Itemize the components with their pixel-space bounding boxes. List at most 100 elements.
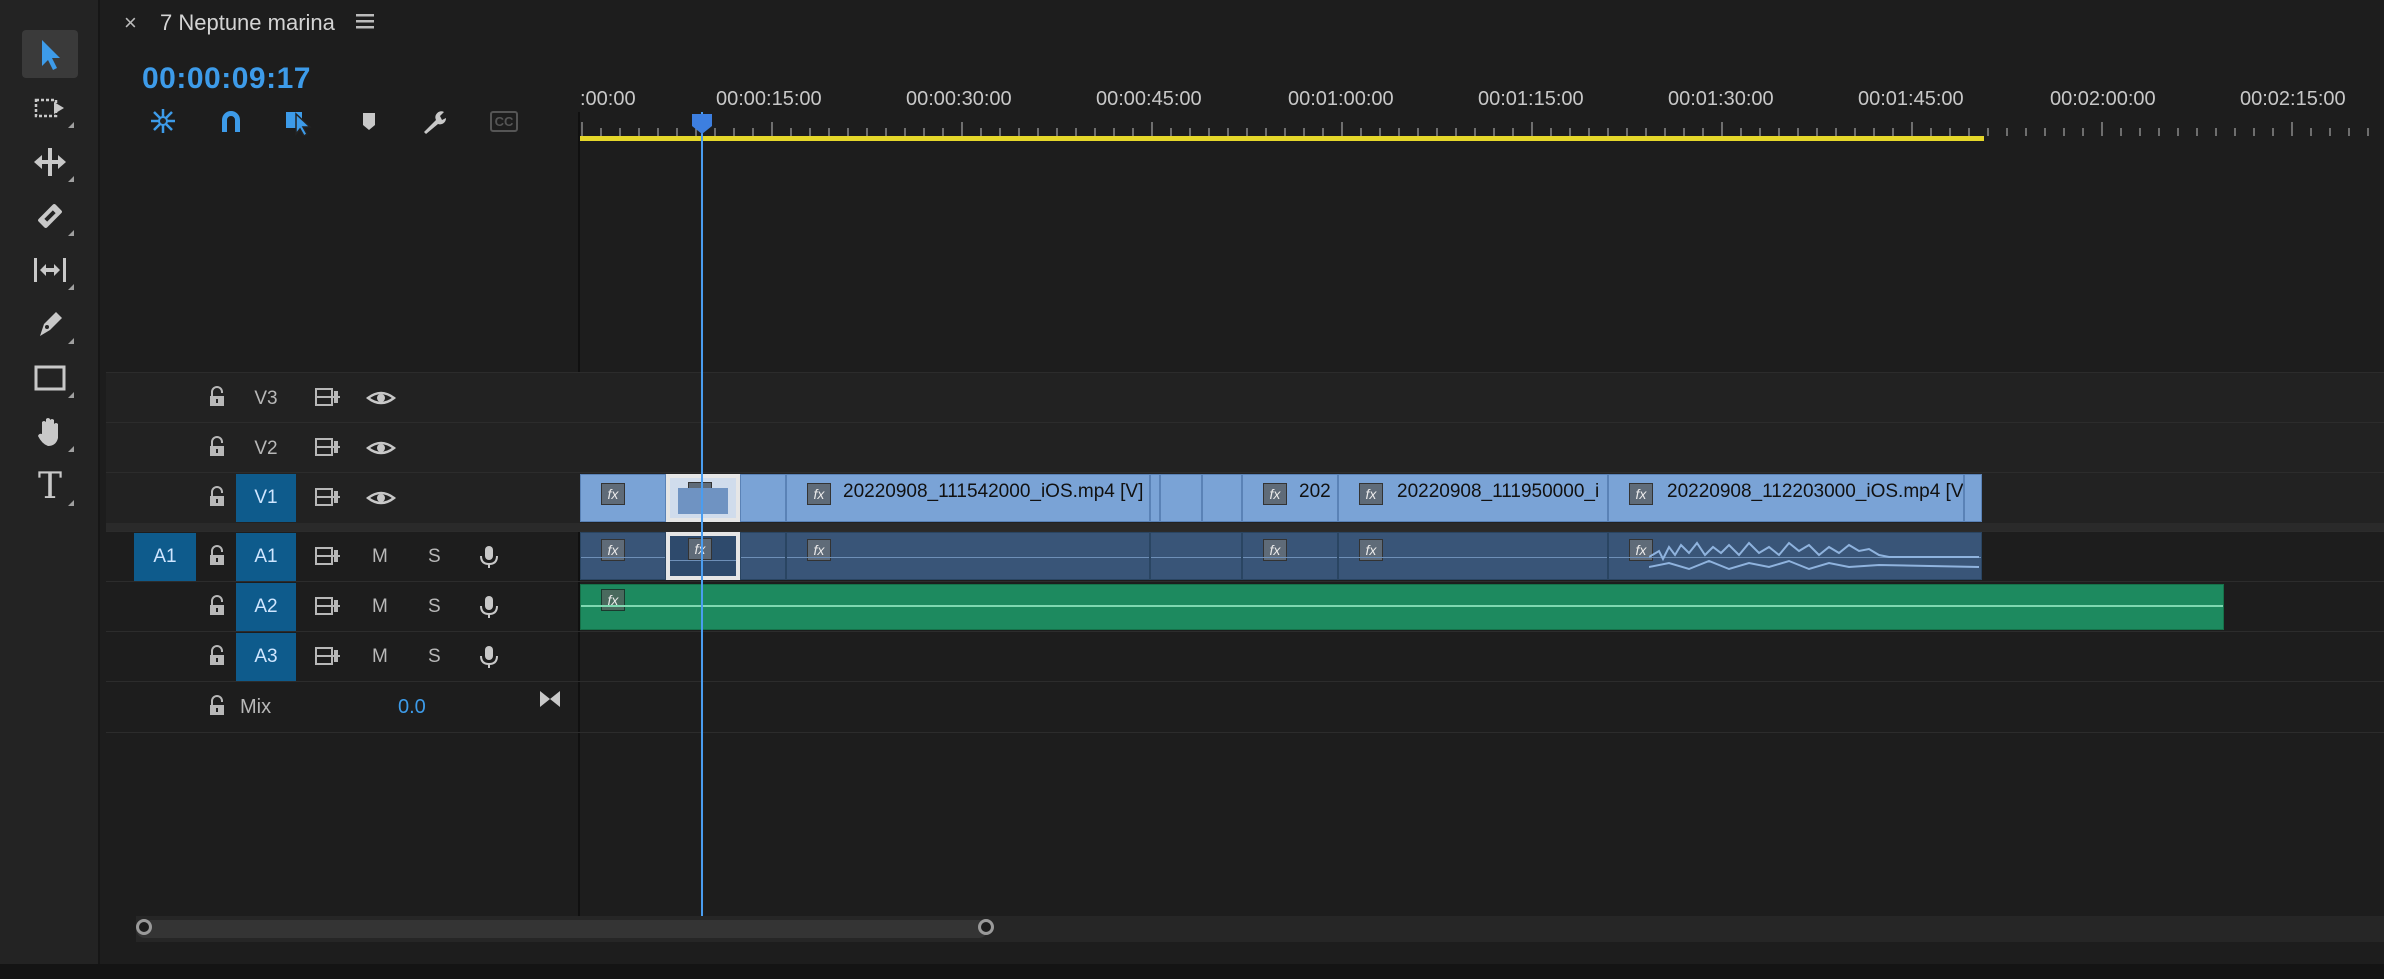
fx-badge: fx (688, 538, 712, 560)
ruler-label: 00:01:30:00 (1668, 88, 1774, 110)
sync-lock-icon[interactable] (314, 386, 340, 408)
slip-tool[interactable] (22, 246, 78, 294)
playhead-line[interactable] (701, 112, 703, 918)
mute-button-a3[interactable]: M (372, 646, 388, 668)
track-select-tool[interactable] (22, 84, 78, 132)
sequence-tab-title[interactable]: 7 Neptune marina (160, 10, 335, 36)
snap-button[interactable] (214, 104, 248, 138)
playhead-handle[interactable] (690, 112, 714, 136)
linked-selection-button[interactable] (282, 104, 316, 138)
microphone-icon[interactable] (478, 644, 500, 670)
track-label-v1[interactable]: V1 (236, 474, 296, 522)
eye-icon[interactable] (366, 388, 396, 408)
video-clip[interactable] (1964, 474, 1982, 522)
rectangle-tool[interactable] (22, 354, 78, 402)
audio-clip[interactable]: fx (1608, 532, 1982, 580)
audio-clip-selected[interactable]: fx (666, 532, 740, 580)
video-clip[interactable]: fx (580, 474, 666, 522)
lock-icon[interactable] (206, 486, 228, 508)
video-clip[interactable]: fx 20220908_111542000_iOS.mp4 [V] (786, 474, 1150, 522)
audio-clip[interactable]: fx (580, 532, 666, 580)
scroll-zoom-handle-right[interactable] (978, 919, 994, 935)
fx-badge: fx (1359, 483, 1383, 505)
ruler-label: 00:01:00:00 (1288, 88, 1394, 110)
video-clip[interactable] (740, 474, 786, 522)
ruler-label: 00:00:45:00 (1096, 88, 1202, 110)
lock-icon[interactable] (206, 645, 228, 667)
panel-bottom-edge (0, 964, 2384, 979)
track-label-a1[interactable]: A1 (236, 533, 296, 581)
selection-tool[interactable] (22, 30, 78, 78)
clip-name: 20220908_112203000_iOS.mp4 [V] (1667, 481, 1964, 502)
mix-volume-value[interactable]: 0.0 (398, 696, 426, 719)
close-sequence-button[interactable]: × (124, 10, 137, 36)
solo-button-a1[interactable]: S (428, 546, 441, 568)
microphone-icon[interactable] (478, 594, 500, 620)
ruler-label: 00:01:15:00 (1478, 88, 1584, 110)
video-clip[interactable]: fx 20220908_112203000_iOS.mp4 [V] (1608, 474, 1964, 522)
lock-icon[interactable] (206, 695, 228, 717)
sync-lock-icon[interactable] (314, 595, 340, 617)
source-patch-a1[interactable]: A1 (134, 533, 196, 581)
hand-tool[interactable] (22, 408, 78, 456)
ruler-label: 00:01:45:00 (1858, 88, 1964, 110)
fx-badge: fx (601, 483, 625, 505)
music-audio-clip[interactable]: fx (580, 584, 2224, 630)
audio-clip[interactable]: fx (1338, 532, 1608, 580)
eye-icon[interactable] (366, 488, 396, 508)
solo-button-a3[interactable]: S (428, 646, 441, 668)
track-row-v3 (106, 372, 2384, 423)
razor-tool[interactable] (22, 192, 78, 240)
sync-lock-icon[interactable] (314, 545, 340, 567)
pen-tool[interactable] (22, 300, 78, 348)
lock-icon[interactable] (206, 595, 228, 617)
video-clip[interactable]: fx 20220908_111950000_i (1338, 474, 1608, 522)
video-clip[interactable] (1150, 474, 1160, 522)
hamburger-icon[interactable] (354, 10, 376, 32)
track-row-a3 (106, 631, 2384, 682)
video-clip[interactable] (1160, 474, 1202, 522)
timeline-settings-button[interactable] (418, 104, 452, 138)
ruler-label: :00:00 (580, 88, 636, 110)
sync-lock-icon[interactable] (314, 645, 340, 667)
lock-icon[interactable] (206, 436, 228, 458)
bowtie-icon[interactable] (538, 688, 562, 710)
snap-magnet-icon (222, 111, 240, 132)
video-clip[interactable]: fx 202 (1242, 474, 1338, 522)
hand-tool-icon (38, 418, 58, 446)
clip-name: 202 (1299, 481, 1331, 502)
microphone-icon[interactable] (478, 544, 500, 570)
scrollbar-thumb[interactable] (136, 920, 988, 938)
track-label-v3[interactable]: V3 (236, 388, 296, 410)
type-tool[interactable]: T (22, 462, 78, 510)
playhead-timecode[interactable]: 00:00:09:17 (142, 62, 311, 96)
lock-icon[interactable] (206, 545, 228, 567)
audio-clip[interactable] (740, 532, 786, 580)
scroll-zoom-handle-left[interactable] (136, 919, 152, 935)
audio-waveform (1649, 541, 1979, 571)
fx-badge: fx (1263, 483, 1287, 505)
video-clip[interactable] (1202, 474, 1242, 522)
solo-button-a2[interactable]: S (428, 596, 441, 618)
video-clip-selected[interactable]: fx (666, 474, 740, 522)
lock-icon[interactable] (206, 386, 228, 408)
ruler-label: 00:02:00:00 (2050, 88, 2156, 110)
sync-lock-icon[interactable] (314, 436, 340, 458)
insert-nest-button[interactable] (146, 104, 180, 138)
eye-icon[interactable] (366, 438, 396, 458)
sync-lock-icon[interactable] (314, 486, 340, 508)
work-area-bar[interactable] (580, 136, 1984, 141)
add-marker-button[interactable] (352, 104, 386, 138)
track-label-a3[interactable]: A3 (236, 633, 296, 681)
track-label-v2[interactable]: V2 (236, 438, 296, 460)
ripple-edit-tool[interactable] (22, 138, 78, 186)
track-label-a2[interactable]: A2 (236, 583, 296, 631)
audio-clip[interactable]: fx (786, 532, 1150, 580)
mute-button-a2[interactable]: M (372, 596, 388, 618)
video-audio-separator (106, 523, 2384, 531)
mute-button-a1[interactable]: M (372, 546, 388, 568)
audio-clip[interactable]: fx (1242, 532, 1338, 580)
audio-clip[interactable] (1150, 532, 1242, 580)
captions-button[interactable]: CC (486, 104, 522, 138)
ripple-edit-tool-icon (34, 148, 66, 176)
